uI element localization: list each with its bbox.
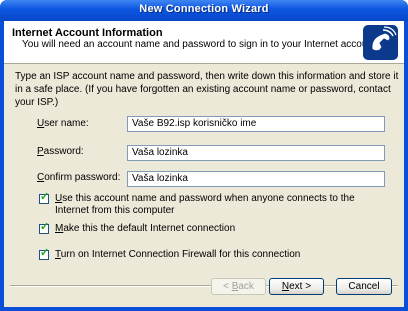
header-title: Internet Account Information	[12, 27, 163, 39]
default-connection-checkbox[interactable]: ✓	[39, 221, 50, 234]
instructions-text: Type an ISP account name and password, t…	[15, 71, 399, 108]
back-button[interactable]: < Back	[211, 278, 266, 295]
use-account-checkbox[interactable]: ✓	[39, 191, 50, 204]
firewall-label[interactable]: Turn on Internet Connection Firewall for…	[55, 249, 390, 261]
username-input[interactable]: Vaše B92.isp korisničko ime	[127, 116, 385, 132]
checkmark-icon: ✓	[40, 247, 50, 259]
wizard-header: Internet Account Information You will ne…	[4, 21, 404, 64]
checkmark-icon: ✓	[40, 221, 50, 233]
header-subtitle: You will need an account name and passwo…	[22, 39, 379, 50]
password-label: Password:	[37, 146, 84, 157]
next-button[interactable]: Next >	[269, 278, 324, 295]
confirm-password-label: Confirm password:	[37, 172, 121, 183]
confirm-password-input[interactable]: Vaša lozinka	[127, 171, 385, 187]
default-connection-label[interactable]: Make this the default Internet connectio…	[55, 223, 390, 235]
wizard-body: Internet Account Information You will ne…	[4, 21, 404, 307]
window-title: New Connection Wizard	[139, 3, 269, 15]
title-bar[interactable]: New Connection Wizard	[0, 0, 408, 21]
wizard-window: New Connection Wizard Internet Account I…	[0, 0, 408, 311]
wizard-phone-icon	[363, 25, 398, 60]
firewall-checkbox[interactable]: ✓	[39, 247, 50, 260]
username-label: User name:	[37, 118, 89, 129]
checkmark-icon: ✓	[40, 191, 50, 203]
password-input[interactable]: Vaša lozinka	[127, 145, 385, 161]
cancel-button[interactable]: Cancel	[336, 278, 392, 295]
use-account-label[interactable]: Use this account name and password when …	[55, 193, 390, 217]
